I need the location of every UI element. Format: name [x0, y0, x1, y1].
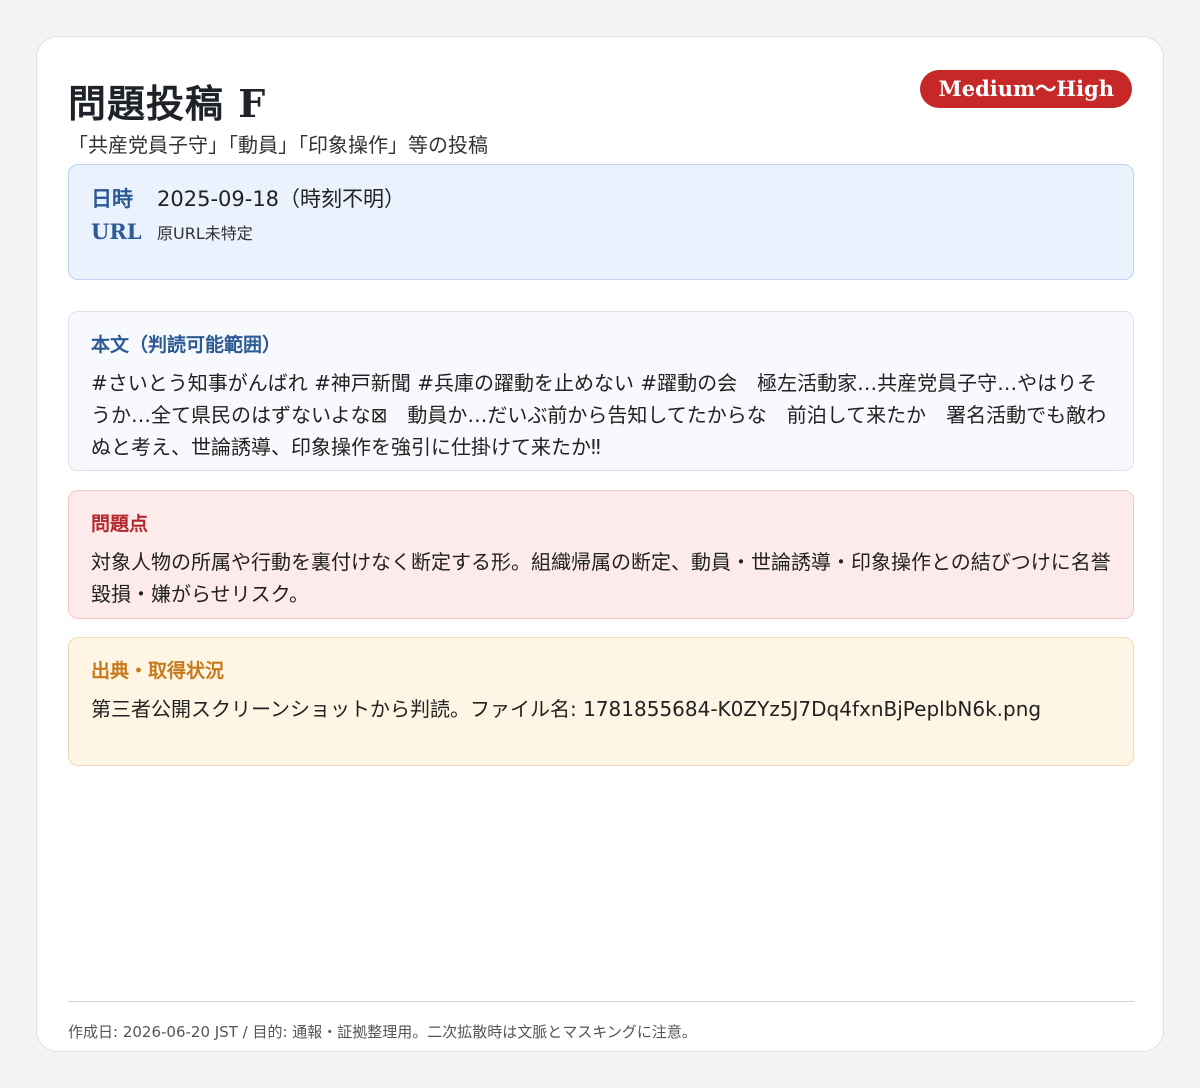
date-label: 日時 [91, 186, 133, 211]
body-heading: 本文（判読可能範囲） [91, 334, 282, 356]
date-value: 2025-09-18（時刻不明） [157, 187, 406, 211]
page-subtitle: 「共産党員子守」「動員」「印象操作」等の投稿 [68, 133, 488, 157]
body-section: 本文（判読可能範囲） #さいとう知事がんばれ #神戸新聞 #兵庫の躍動を止めない… [68, 311, 1134, 471]
url-value: 原URL未特定 [157, 224, 253, 243]
url-label: URL [91, 219, 142, 244]
footer-divider [68, 1001, 1134, 1002]
footer-note: 作成日: 2026-06-20 JST / 目的: 通報・証拠整理用。二次拡散時… [68, 1023, 697, 1041]
source-heading: 出典・取得状況 [91, 660, 225, 682]
body-text: #さいとう知事がんばれ #神戸新聞 #兵庫の躍動を止めない #躍動の会 極左活動… [91, 371, 1107, 459]
problem-section: 問題点 対象人物の所属や行動を裏付けなく断定する形。組織帰属の断定、動員・世論誘… [68, 490, 1134, 619]
risk-badge: Medium〜High [920, 70, 1132, 108]
problem-heading: 問題点 [91, 513, 149, 535]
meta-date-row: 日時 2025-09-18（時刻不明） [91, 183, 1111, 213]
problem-text: 対象人物の所属や行動を裏付けなく断定する形。組織帰属の断定、動員・世論誘導・印象… [91, 550, 1111, 606]
source-text: 第三者公開スクリーンショットから判読。ファイル名: 1781855684-K0Z… [91, 697, 1042, 721]
meta-url-row: URL 原URL未特定 [91, 219, 1111, 244]
meta-section: 日時 2025-09-18（時刻不明） URL 原URL未特定 [68, 164, 1134, 280]
page-title: 問題投稿 F [68, 81, 267, 126]
report-card: 問題投稿 F Medium〜High 「共産党員子守」「動員」「印象操作」等の投… [36, 36, 1164, 1052]
source-section: 出典・取得状況 第三者公開スクリーンショットから判読。ファイル名: 178185… [68, 637, 1134, 766]
